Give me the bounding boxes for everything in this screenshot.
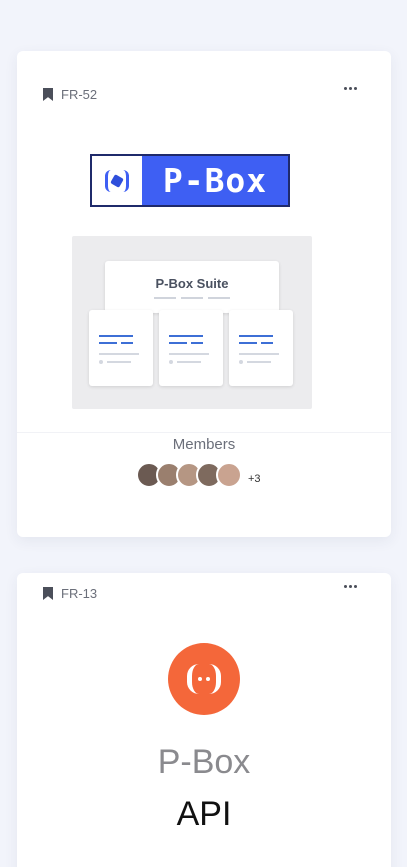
preview-column	[229, 310, 293, 386]
more-options-button[interactable]	[344, 87, 357, 90]
more-options-button[interactable]	[344, 585, 357, 588]
bookmark-icon	[43, 587, 53, 600]
preview-column	[89, 310, 153, 386]
preview-header-card: P-Box Suite	[105, 261, 279, 313]
more-horizontal-icon	[344, 87, 347, 90]
project-card-fr-13[interactable]: FR-13 P-Box API	[17, 573, 391, 867]
card-header: FR-52	[43, 87, 97, 102]
members-avatar-group[interactable]: +3	[136, 462, 261, 488]
project-title: P-Box	[157, 743, 251, 781]
bookmark-icon	[43, 88, 53, 101]
more-members-count[interactable]: +3	[248, 473, 261, 485]
more-horizontal-icon	[344, 585, 347, 588]
project-card-fr-52[interactable]: FR-52 P-Box P-Box Suite Members +3	[17, 51, 391, 537]
project-subtitle: API	[176, 795, 232, 833]
card-id: FR-13	[61, 586, 98, 601]
avatar[interactable]	[216, 462, 242, 488]
members-label: Members	[172, 436, 236, 453]
card-header: FR-13	[43, 586, 97, 601]
preview-columns	[89, 310, 293, 386]
card-id: FR-52	[61, 87, 98, 102]
p-box-logo-icon	[92, 156, 142, 205]
api-logo-icon	[168, 643, 240, 715]
preview-title: P-Box Suite	[155, 276, 229, 291]
logo-text: P-Box	[162, 161, 268, 200]
preview-column	[159, 310, 223, 386]
suite-preview-image: P-Box Suite	[72, 236, 312, 409]
p-box-logo-banner: P-Box	[90, 154, 290, 207]
divider	[17, 432, 391, 433]
